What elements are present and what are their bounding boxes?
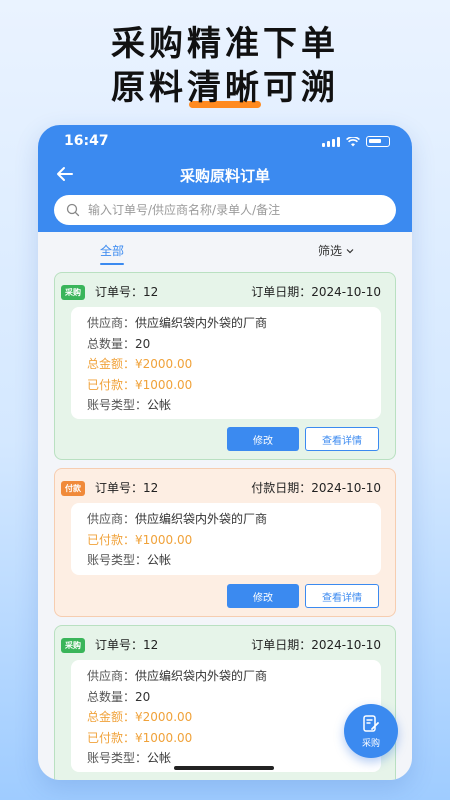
total-row: 总金额：¥2000.00 (87, 707, 365, 728)
promo-line-2-a: 原料 (111, 68, 187, 108)
status-time: 16:47 (64, 133, 109, 149)
search-input[interactable] (88, 203, 378, 217)
supplier-label: 供应商： (87, 512, 136, 526)
account-type-value: 公帐 (147, 553, 172, 567)
account-type-row: 账号类型：公帐 (87, 395, 365, 416)
total-label: 总金额： (87, 710, 136, 724)
order-card-header: 采购 订单号：12 订单日期：2024-10-10 (55, 273, 395, 309)
order-details: 供应商：供应编织袋内外袋的厂商 总数量：20 总金额：¥2000.00 已付款：… (71, 307, 381, 419)
purchase-fab-button[interactable]: 采购 (344, 704, 398, 758)
quantity-label: 总数量： (87, 689, 136, 704)
fab-label: 采购 (361, 738, 380, 749)
status-icons (322, 136, 390, 147)
account-type-value: 公帐 (147, 751, 172, 765)
paid-label: 已付款： (87, 532, 136, 547)
supplier-value: 供应编织袋内外袋的厂商 (135, 669, 268, 683)
order-details: 供应商：供应编织袋内外袋的厂商 已付款：¥1000.00 账号类型：公帐 (71, 503, 381, 575)
account-type-value: 公帐 (147, 398, 172, 412)
supplier-value: 供应编织袋内外袋的厂商 (135, 512, 268, 526)
card-actions: 修改 查看详情 (227, 427, 379, 451)
quantity-value: 20 (135, 336, 151, 351)
search-icon (66, 203, 80, 217)
supplier-label: 供应商： (87, 316, 136, 330)
type-badge: 采购 (61, 638, 85, 653)
account-type-label: 账号类型： (87, 398, 148, 412)
edit-note-icon (363, 714, 379, 732)
order-card-header: 采购 订单号：12 订单日期：2024-10-10 (55, 626, 395, 662)
order-card-header: 付款 订单号：12 付款日期：2024-10-10 (55, 469, 395, 505)
account-type-row: 账号类型：公帐 (87, 550, 365, 571)
paid-row: 已付款：¥1000.00 (87, 728, 365, 749)
quantity-row: 总数量：20 (87, 687, 365, 708)
total-row: 总金额：¥2000.00 (87, 354, 365, 375)
payment-date: 付款日期：2024-10-10 (251, 481, 381, 495)
page-title: 采购原料订单 (179, 167, 270, 185)
chevron-down-icon (346, 248, 354, 253)
supplier-value: 供应编织袋内外袋的厂商 (135, 316, 268, 330)
promo-line-1: 采购精准下单 (111, 24, 339, 64)
order-card: 采购 订单号：12 订单日期：2024-10-10 供应商：供应编织袋内外袋的厂… (54, 625, 396, 780)
type-badge: 付款 (61, 481, 85, 496)
paid-value: ¥1000.00 (135, 532, 193, 547)
order-number: 订单号：12 (95, 285, 159, 299)
type-badge: 采购 (61, 285, 85, 300)
paid-label: 已付款： (87, 730, 136, 745)
filter-bar: 全部 筛选 (38, 232, 412, 268)
order-number: 订单号：12 (95, 481, 159, 495)
phone-screen: 16:47 采购原料订单 全部 筛选 采购 订单号：12 订单日期：2024-1… (38, 125, 412, 780)
paid-value: ¥1000.00 (135, 730, 193, 745)
supplier-row: 供应商：供应编织袋内外袋的厂商 (87, 313, 365, 334)
paid-row: 已付款：¥1000.00 (87, 530, 365, 551)
supplier-row: 供应商：供应编织袋内外袋的厂商 (87, 666, 365, 687)
view-details-button[interactable]: 查看详情 (305, 427, 379, 451)
order-details: 供应商：供应编织袋内外袋的厂商 总数量：20 总金额：¥2000.00 已付款：… (71, 660, 381, 772)
search-bar[interactable] (54, 195, 396, 225)
paid-value: ¥1000.00 (135, 377, 193, 392)
view-details-button[interactable]: 查看详情 (305, 584, 379, 608)
tab-all[interactable]: 全部 (100, 242, 125, 265)
edit-button[interactable]: 修改 (227, 584, 299, 608)
order-card: 付款 订单号：12 付款日期：2024-10-10 供应商：供应编织袋内外袋的厂… (54, 468, 396, 617)
paid-label: 已付款： (87, 377, 136, 392)
top-bar: 16:47 采购原料订单 (38, 125, 412, 232)
quantity-value: 20 (135, 689, 151, 704)
order-date: 订单日期：2024-10-10 (251, 285, 381, 299)
card-actions: 修改 查看详情 (227, 584, 379, 608)
promo-header: 采购精准下单 原料清晰可溯 (0, 22, 450, 110)
filter-button[interactable]: 筛选 (318, 242, 354, 259)
quantity-label: 总数量： (87, 336, 136, 351)
account-type-label: 账号类型： (87, 751, 148, 765)
order-card: 采购 订单号：12 订单日期：2024-10-10 供应商：供应编织袋内外袋的厂… (54, 272, 396, 460)
promo-line-2: 原料清晰可溯 (0, 66, 450, 110)
filter-label: 筛选 (317, 244, 342, 258)
wifi-icon (346, 136, 360, 146)
battery-icon (366, 136, 390, 147)
promo-line-2-b: 可溯 (263, 68, 339, 108)
home-indicator (174, 766, 274, 770)
account-type-label: 账号类型： (87, 553, 148, 567)
paid-row: 已付款：¥1000.00 (87, 375, 365, 396)
total-label: 总金额： (87, 357, 136, 371)
promo-highlight: 清晰 (187, 68, 263, 108)
signal-icon (322, 136, 340, 147)
quantity-row: 总数量：20 (87, 334, 365, 355)
supplier-row: 供应商：供应编织袋内外袋的厂商 (87, 509, 365, 530)
total-value: ¥2000.00 (135, 357, 193, 371)
edit-button[interactable]: 修改 (227, 427, 299, 451)
order-number: 订单号：12 (95, 638, 159, 652)
supplier-label: 供应商： (87, 669, 136, 683)
total-value: ¥2000.00 (135, 710, 193, 724)
order-date: 订单日期：2024-10-10 (251, 638, 381, 652)
